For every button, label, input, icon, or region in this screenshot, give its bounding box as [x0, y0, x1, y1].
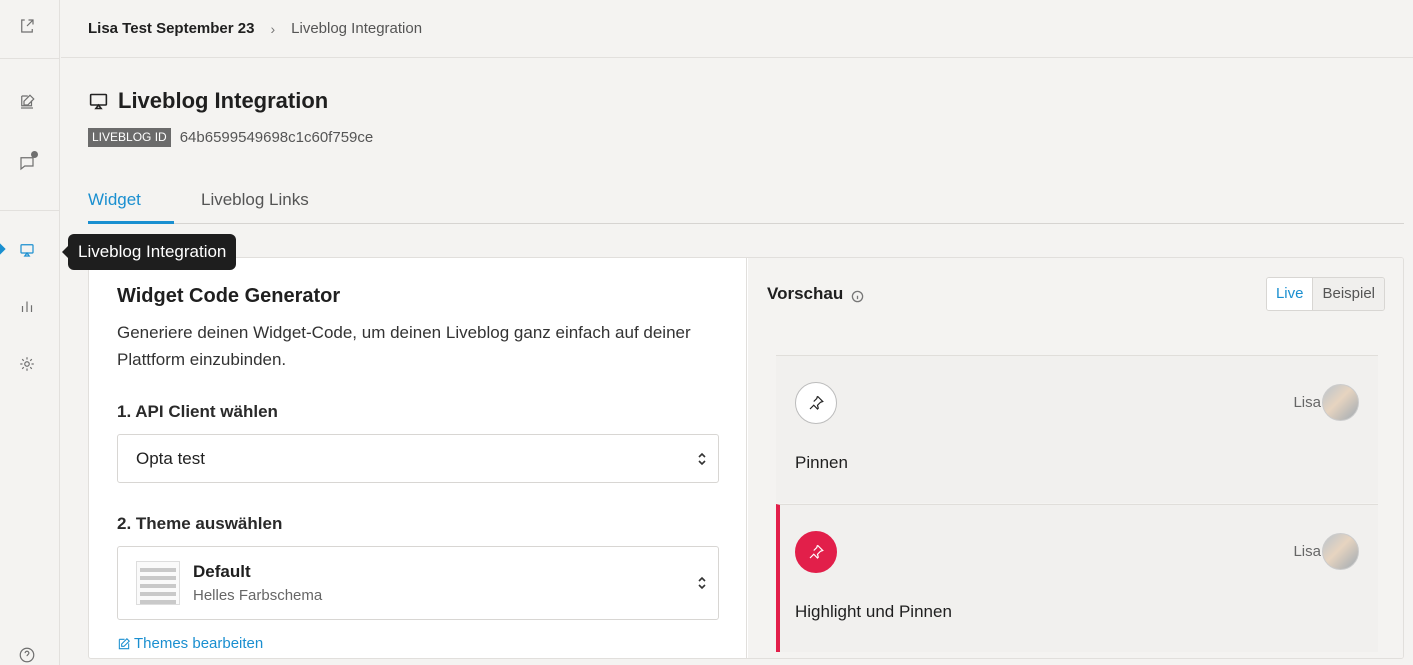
sidebar-divider — [0, 210, 60, 211]
theme-subtitle: Helles Farbschema — [193, 587, 323, 604]
tabs: Widget Liveblog Links — [88, 178, 1404, 224]
sidebar — [0, 0, 60, 665]
active-marker — [0, 243, 6, 255]
api-client-select[interactable]: Opta test — [117, 434, 719, 483]
pin-button[interactable] — [795, 531, 837, 573]
liveblog-id-row: LIVEBLOG ID 64b6599549698c1c60f759ce — [88, 128, 373, 147]
api-client-label: 1. API Client wählen — [117, 402, 278, 421]
info-icon[interactable] — [851, 288, 864, 302]
post-text: Pinnen — [795, 453, 848, 472]
edit-icon — [118, 637, 130, 649]
theme-select[interactable]: Default Helles Farbschema — [117, 546, 719, 620]
pin-icon — [809, 544, 824, 559]
edit-themes-link[interactable]: Themes bearbeiten — [117, 635, 263, 652]
preview-post-highlight: Lisa Highlight und Pinnen — [776, 504, 1378, 652]
toggle-example[interactable]: Beispiel — [1313, 278, 1384, 310]
post-author: Lisa — [1293, 394, 1321, 411]
preview-panel: Vorschau Live Beispiel Lisa Pinnen Lisa … — [748, 258, 1403, 658]
sidebar-tooltip: Liveblog Integration — [61, 234, 237, 270]
toggle-live[interactable]: Live — [1266, 278, 1314, 310]
generator-description: Generiere deinen Widget-Code, um deinen … — [117, 323, 691, 369]
edit-themes-label: Themes bearbeiten — [134, 635, 264, 652]
theme-thumbnail — [136, 561, 180, 605]
pin-button[interactable] — [795, 382, 837, 424]
cast-icon[interactable] — [17, 240, 37, 260]
theme-label: 2. Theme auswählen — [117, 514, 283, 533]
api-client-value: Opta test — [136, 449, 205, 468]
theme-name: Default — [193, 562, 251, 581]
sidebar-divider — [0, 58, 60, 59]
chart-icon[interactable] — [17, 296, 37, 316]
pin-icon — [809, 395, 824, 410]
edit-icon[interactable] — [17, 92, 37, 112]
chevron-up-down-icon — [696, 451, 708, 467]
gear-icon[interactable] — [17, 354, 37, 374]
page-header: Liveblog Integration — [88, 88, 328, 114]
widget-card: Widget Code Generator Generiere deinen W… — [88, 257, 1404, 659]
active-tab-indicator — [88, 221, 174, 224]
cast-icon — [89, 93, 108, 109]
liveblog-id-badge: LIVEBLOG ID — [88, 128, 171, 147]
preview-mode-toggle: Live Beispiel — [1265, 277, 1385, 311]
post-author: Lisa — [1293, 543, 1321, 560]
avatar — [1322, 384, 1359, 421]
preview-title: Vorschau — [767, 284, 844, 303]
preview-header: Vorschau — [767, 284, 864, 304]
page-title: Liveblog Integration — [118, 88, 329, 113]
comment-icon[interactable] — [17, 151, 38, 173]
generator-title: Widget Code Generator — [117, 285, 341, 307]
liveblog-id-value: 64b6599549698c1c60f759ce — [179, 129, 374, 146]
preview-post: Lisa Pinnen — [776, 355, 1378, 503]
notification-dot — [31, 151, 38, 158]
tab-liveblog-links[interactable]: Liveblog Links — [201, 190, 309, 210]
tab-widget[interactable]: Widget — [88, 190, 141, 210]
help-icon[interactable] — [17, 645, 37, 665]
breadcrumb-current: Liveblog Integration — [291, 20, 423, 37]
post-text: Highlight und Pinnen — [795, 602, 952, 621]
breadcrumb-separator: › — [270, 20, 276, 37]
breadcrumb-project[interactable]: Lisa Test September 23 — [88, 20, 254, 37]
code-generator-panel: Widget Code Generator Generiere deinen W… — [89, 258, 747, 658]
avatar — [1322, 533, 1359, 570]
breadcrumb: Lisa Test September 23 › Liveblog Integr… — [61, 0, 1413, 58]
chevron-up-down-icon — [696, 575, 708, 591]
exit-icon[interactable] — [17, 16, 37, 36]
